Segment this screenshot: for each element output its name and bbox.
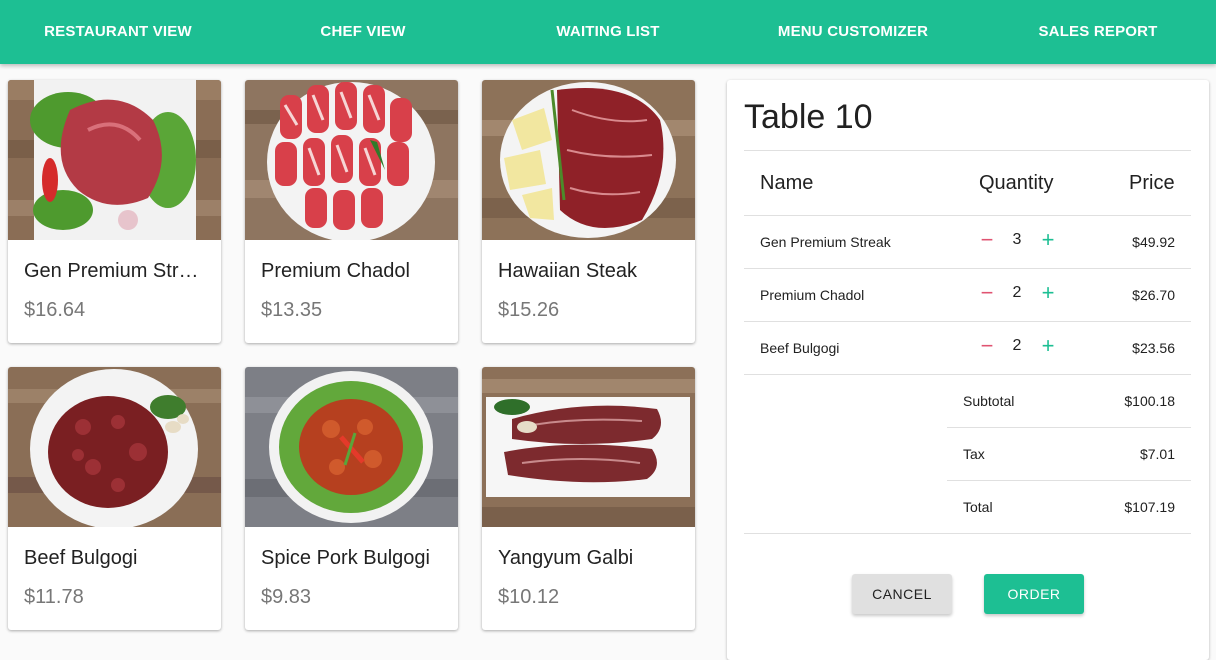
menu-item-price: $13.35 <box>261 299 323 321</box>
menu-item-price: $11.78 <box>24 586 84 608</box>
order-line-name: Beef Bulgogi <box>760 340 840 356</box>
menu-card-yangyum-galbi[interactable]: Yangyum Galbi $10.12 <box>482 367 695 630</box>
cancel-button[interactable]: CANCEL <box>852 574 952 614</box>
subtotal-label: Subtotal <box>963 393 1015 409</box>
food-image <box>8 80 221 240</box>
decrease-quantity-button[interactable]: − <box>977 282 997 304</box>
menu-item-price: $9.83 <box>261 586 312 608</box>
menu-item-price: $10.12 <box>498 586 560 608</box>
divider <box>744 533 1191 534</box>
order-line-name: Premium Chadol <box>760 287 865 303</box>
divider <box>947 427 1191 428</box>
order-panel: Table 10 Name Quantity Price Gen Premium… <box>727 80 1209 660</box>
menu-card-beef-bulgogi[interactable]: Beef Bulgogi $11.78 <box>8 367 221 630</box>
tax-label: Tax <box>963 446 985 462</box>
menu-card-hawaiian-steak[interactable]: Hawaiian Steak $15.26 <box>482 80 695 343</box>
menu-item-name: Hawaiian Steak <box>498 260 637 282</box>
order-line-quantity: 2 <box>1012 337 1022 354</box>
menu-item-name: Premium Chadol <box>261 260 410 282</box>
divider <box>744 321 1191 322</box>
menu-card-gen-premium-streak[interactable]: Gen Premium Streak $16.64 <box>8 80 221 343</box>
order-line-price: $49.92 <box>1132 234 1175 250</box>
menu-item-name: Yangyum Galbi <box>498 547 634 569</box>
order-line-quantity: 3 <box>1012 231 1022 248</box>
order-line-quantity: 2 <box>1012 284 1022 301</box>
order-line-price: $26.70 <box>1132 287 1175 303</box>
food-image <box>245 80 458 240</box>
menu-item-name: Gen Premium Streak <box>24 260 209 282</box>
order-button[interactable]: ORDER <box>984 574 1084 614</box>
food-image <box>482 367 695 527</box>
food-image <box>482 80 695 240</box>
divider <box>744 374 1191 375</box>
nav-waiting-list[interactable]: WAITING LIST <box>508 0 708 64</box>
total-value: $107.19 <box>1124 499 1175 515</box>
divider <box>744 268 1191 269</box>
header-quantity: Quantity <box>979 172 1054 194</box>
nav-menu-customizer[interactable]: MENU CUSTOMIZER <box>753 0 953 64</box>
top-nav-bar: RESTAURANT VIEW CHEF VIEW WAITING LIST M… <box>0 0 1216 64</box>
tax-value: $7.01 <box>1139 446 1175 462</box>
decrease-quantity-button[interactable]: − <box>977 335 997 357</box>
food-image <box>8 367 221 527</box>
menu-item-name: Beef Bulgogi <box>24 547 138 569</box>
menu-item-name: Spice Pork Bulgogi <box>261 547 430 569</box>
subtotal-value: $100.18 <box>1124 393 1175 409</box>
menu-item-price: $15.26 <box>498 299 560 321</box>
order-line-name: Gen Premium Streak <box>760 234 891 250</box>
order-line-price: $23.56 <box>1132 340 1175 356</box>
food-image <box>245 367 458 527</box>
nav-restaurant-view[interactable]: RESTAURANT VIEW <box>18 0 218 64</box>
menu-card-premium-chadol[interactable]: Premium Chadol $13.35 <box>245 80 458 343</box>
menu-card-spice-pork-bulgogi[interactable]: Spice Pork Bulgogi $9.83 <box>245 367 458 630</box>
total-label: Total <box>963 499 993 515</box>
nav-chef-view[interactable]: CHEF VIEW <box>263 0 463 64</box>
decrease-quantity-button[interactable]: − <box>977 229 997 251</box>
divider <box>947 480 1191 481</box>
divider <box>744 150 1191 151</box>
nav-sales-report[interactable]: SALES REPORT <box>998 0 1198 64</box>
menu-item-price: $16.64 <box>24 299 86 321</box>
table-title: Table 10 <box>744 98 873 136</box>
header-price: Price <box>1129 172 1175 194</box>
divider <box>744 215 1191 216</box>
header-name: Name <box>760 172 814 194</box>
